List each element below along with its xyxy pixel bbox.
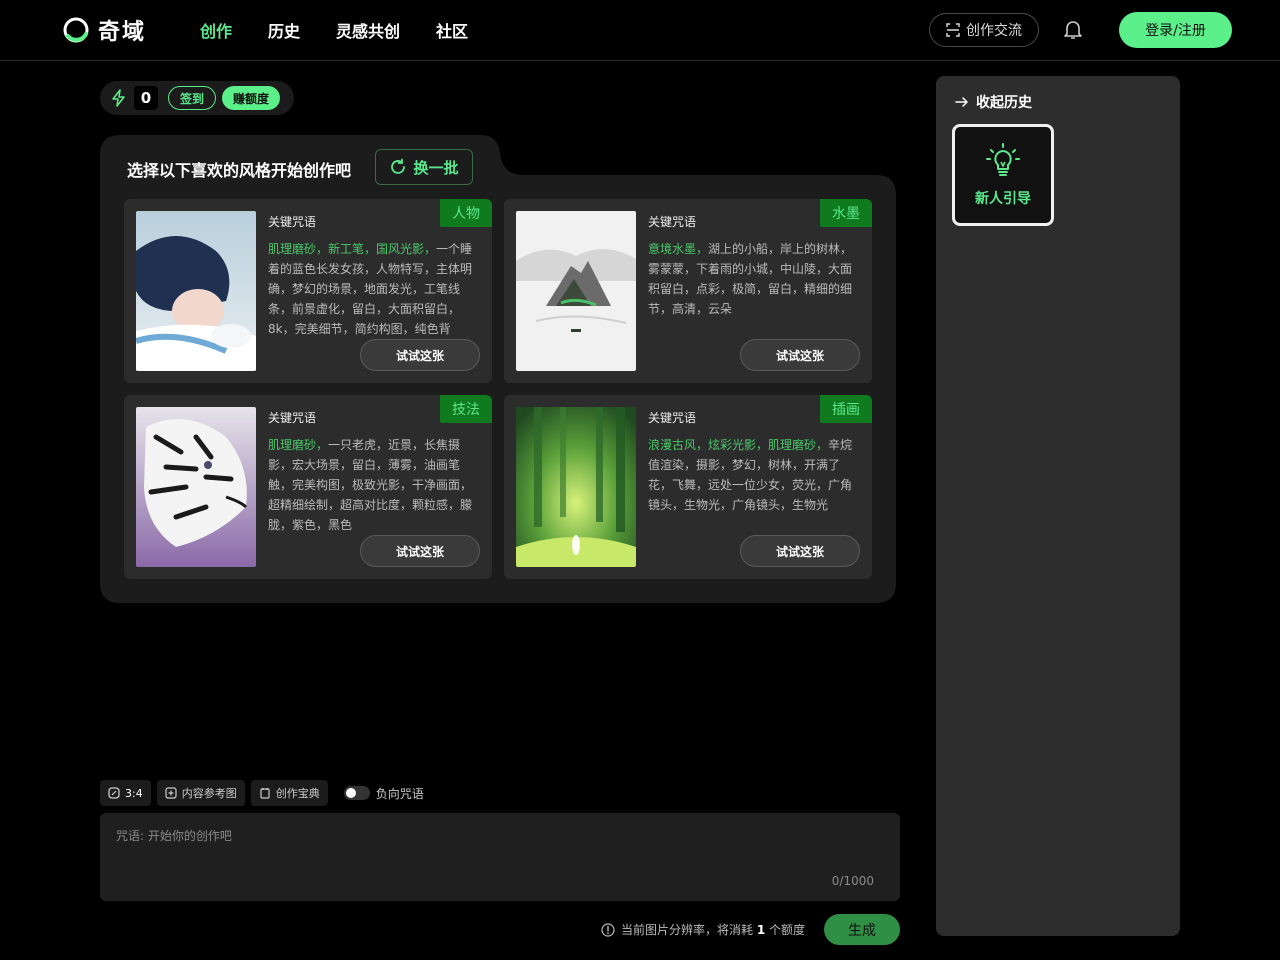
guide-book-label: 创作宝典 [275,787,320,800]
cost-value: 1 [756,923,766,937]
style-card-illustration[interactable]: 插画 关键咒语 浪漫古风，炫彩光影，肌理磨砂，辛烷值渲染，摄影，梦幻，树林，开满… [504,395,872,579]
guide-label: 新人引导 [975,191,1031,207]
style-card-technique[interactable]: 技法 关键咒语 肌理磨砂，一只老虎，近景，长焦摄影，宏大场景，留白，薄雾，油画笔… [124,395,492,579]
negative-prompt-label: 负向咒语 [375,786,424,801]
signin-button[interactable]: 签到 [168,86,217,110]
refresh-icon [391,158,406,174]
exchange-label: 创作交流 [966,23,1022,39]
prompt-description: 一只老虎，近景，长焦摄影，宏大场景，留白，薄雾，油画笔触，完美构图，极致光影，干… [268,438,473,532]
credit-bar: 0 签到 赚额度 [100,81,294,115]
top-bar: 奇域 创作 历史 灵感共创 社区 创作交流 登录/注册 [0,0,1280,61]
nav-community[interactable]: 社区 [436,18,468,42]
book-icon [260,788,270,799]
refresh-button[interactable]: 换一批 [375,149,473,185]
style-tag: 水墨 [820,199,872,227]
try-button[interactable]: 试试这张 [740,339,860,371]
style-image-forest [516,407,636,567]
prompt-text: 浪漫古风，炫彩光影，肌理磨砂，辛烷值渲染，摄影，梦幻，树林，开满了花，飞舞，远处… [648,435,858,535]
try-button[interactable]: 试试这张 [360,535,480,567]
nav-inspiration[interactable]: 灵感共创 [336,18,400,42]
try-button[interactable]: 试试这张 [740,535,860,567]
reference-image-label: 内容参考图 [181,787,237,800]
prompt-text: 意境水墨，湖上的小船，岸上的树林，雾蒙蒙，下着雨的小城，中山陵，大面积留白，点彩… [648,239,858,339]
logo[interactable]: 奇域 [62,14,146,46]
main-nav: 创作 历史 灵感共创 社区 [200,18,504,42]
negative-prompt-toggle-group: 负向咒语 [343,785,424,802]
keyword-label: 关键咒语 [648,215,697,229]
arrow-right-icon [955,97,969,107]
history-panel: 收起历史 新人引导 [936,76,1180,936]
prompt-box: 0/1000 [100,813,900,901]
style-image-tiger [136,407,256,567]
reference-image-button[interactable]: 内容参考图 [156,780,245,806]
exchange-button[interactable]: 创作交流 [929,13,1039,47]
logo-icon [63,17,89,43]
negative-prompt-toggle[interactable] [343,786,370,800]
refresh-label: 换一批 [413,158,459,177]
cost-suffix: 个额度 [769,923,806,937]
style-card-portrait[interactable]: 人物 关键咒语 肌理磨砂，新工笔，国风光影，一个睡着的蓝色长发女孩，人物特写，主… [124,199,492,383]
nav-create[interactable]: 创作 [200,18,232,42]
ratio-label: 3:4 [125,786,143,800]
guide-book-button[interactable]: 创作宝典 [250,780,328,806]
prompt-text: 肌理磨砂，一只老虎，近景，长焦摄影，宏大场景，留白，薄雾，油画笔触，完美构图，极… [268,435,478,535]
prompt-input[interactable] [116,827,876,877]
keyword-label: 关键咒语 [268,411,317,425]
try-button[interactable]: 试试这张 [360,339,480,371]
prompt-keywords: 浪漫古风，炫彩光影，肌理磨砂， [648,438,829,452]
prompt-keywords: 肌理磨砂，新工笔，国风光影， [268,242,437,256]
keyword-label: 关键咒语 [268,215,317,229]
bell-icon[interactable] [1061,17,1085,41]
history-title: 收起历史 [976,95,1032,111]
prompt-description: 一个睡着的蓝色长发女孩，人物特写，主体明确，梦幻的场景，地面发光，工笔线条，前景… [268,242,473,336]
style-tag: 技法 [440,395,492,423]
ratio-button[interactable]: 3:4 [100,780,151,806]
prompt-text: 肌理磨砂，新工笔，国风光影，一个睡着的蓝色长发女孩，人物特写，主体明确，梦幻的场… [268,239,478,339]
earn-credits-button[interactable]: 赚额度 [222,86,281,110]
prompt-keywords: 意境水墨， [648,242,709,256]
generate-button[interactable]: 生成 [824,914,900,945]
nav-history[interactable]: 历史 [268,18,300,42]
char-count: 0/1000 [831,874,874,888]
lightbulb-icon [986,143,1020,176]
ratio-icon [108,787,120,799]
brand-name: 奇域 [98,20,147,45]
cost-prefix: 当前图片分辨率，将消耗 [621,923,754,937]
scan-icon [946,23,960,37]
newbie-guide-card[interactable]: 新人引导 [952,124,1054,226]
plus-square-icon [165,787,177,799]
style-tag: 插画 [820,395,872,423]
keyword-label: 关键咒语 [648,411,697,425]
info-icon [601,922,615,937]
cost-info: 当前图片分辨率，将消耗 1 个额度 [601,921,805,938]
style-image-portrait [136,211,256,371]
credit-count: 0 [134,86,158,110]
style-card-ink[interactable]: 水墨 关键咒语 意境水墨，湖上的小船，岸上的树林，雾蒙蒙，下着雨的小城，中山陵，… [504,199,872,383]
generation-toolbar: 3:4 内容参考图 创作宝典 负向咒语 [100,780,424,806]
style-image-ink [516,211,636,371]
panel-title: 选择以下喜欢的风格开始创作吧 [127,161,352,180]
prompt-keywords: 肌理磨砂， [268,438,329,452]
style-panel: 选择以下喜欢的风格开始创作吧 换一批 人物 关键咒语 肌理磨砂，新工笔，国风光影… [100,135,896,603]
collapse-history-button[interactable]: 收起历史 [954,92,1032,112]
bolt-icon [112,89,125,107]
login-button[interactable]: 登录/注册 [1119,12,1232,48]
style-tag: 人物 [440,199,492,227]
